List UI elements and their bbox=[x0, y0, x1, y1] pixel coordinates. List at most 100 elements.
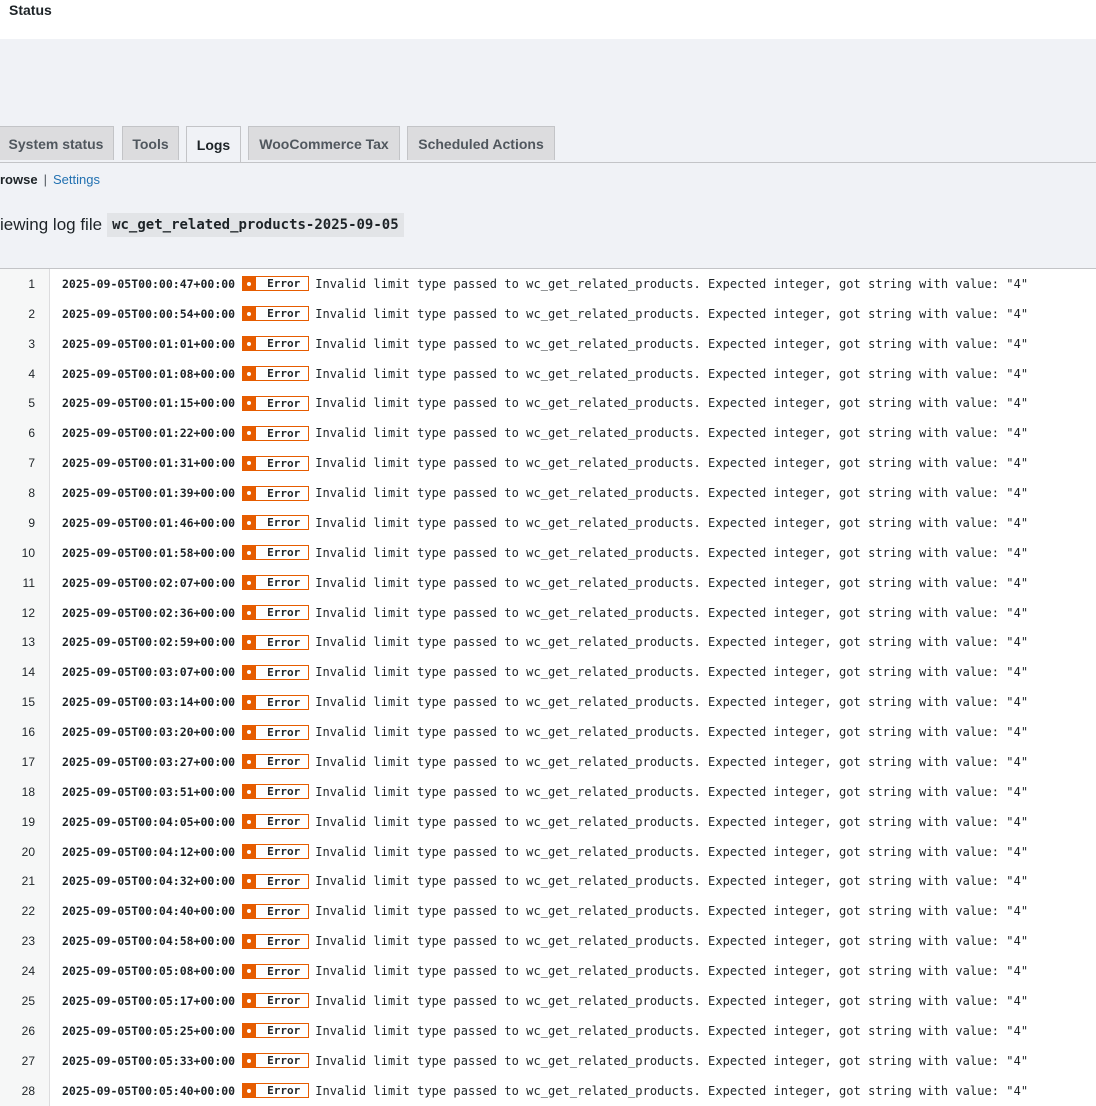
error-dot-icon bbox=[242, 635, 257, 650]
log-level-badge: Error bbox=[242, 1053, 310, 1069]
line-number[interactable]: 1 bbox=[0, 277, 35, 291]
log-message: Invalid limit type passed to wc_get_rela… bbox=[315, 695, 1029, 710]
error-dot-icon bbox=[242, 754, 257, 769]
error-dot-icon bbox=[242, 1083, 257, 1098]
log-message: Invalid limit type passed to wc_get_rela… bbox=[315, 844, 1029, 859]
error-dot-icon bbox=[242, 904, 257, 919]
log-timestamp: 2025-09-05T00:02:36+00:00 bbox=[62, 605, 236, 620]
error-dot-icon bbox=[242, 874, 257, 889]
log-line: 14 2025-09-05T00:03:07+00:00 Error Invalid … bbox=[0, 657, 1096, 687]
log-level-label: Error bbox=[267, 695, 301, 709]
subnav-settings-link[interactable]: Settings bbox=[53, 172, 100, 187]
log-timestamp: 2025-09-05T00:01:58+00:00 bbox=[62, 545, 236, 560]
log-level-label: Error bbox=[267, 456, 301, 470]
line-number[interactable]: 9 bbox=[0, 516, 35, 530]
log-message: Invalid limit type passed to wc_get_rela… bbox=[315, 486, 1029, 501]
log-line: 2 2025-09-05T00:00:54+00:00 Error Invalid l… bbox=[0, 299, 1096, 329]
log-timestamp: 2025-09-05T00:03:27+00:00 bbox=[62, 754, 236, 769]
log-message: Invalid limit type passed to wc_get_rela… bbox=[315, 1083, 1029, 1098]
subnav-browse[interactable]: rowse bbox=[0, 172, 38, 187]
line-number[interactable]: 14 bbox=[0, 665, 35, 679]
line-number[interactable]: 18 bbox=[0, 785, 35, 799]
log-level-label: Error bbox=[267, 367, 301, 381]
log-timestamp: 2025-09-05T00:05:08+00:00 bbox=[62, 964, 236, 979]
error-dot-icon bbox=[242, 1023, 257, 1038]
log-level-label: Error bbox=[267, 874, 301, 888]
log-line: 10 2025-09-05T00:01:58+00:00 Error Invalid … bbox=[0, 538, 1096, 568]
line-number[interactable]: 10 bbox=[0, 546, 35, 560]
line-number[interactable]: 2 bbox=[0, 307, 35, 321]
log-level-label: Error bbox=[267, 934, 301, 948]
log-line: 26 2025-09-05T00:05:25+00:00 Error Invalid … bbox=[0, 1016, 1096, 1046]
line-number[interactable]: 5 bbox=[0, 396, 35, 410]
log-level-label: Error bbox=[267, 426, 301, 440]
error-dot-icon bbox=[242, 1053, 257, 1068]
log-timestamp: 2025-09-05T00:00:54+00:00 bbox=[62, 306, 236, 321]
log-message: Invalid limit type passed to wc_get_rela… bbox=[315, 515, 1029, 530]
line-number[interactable]: 16 bbox=[0, 725, 35, 739]
log-subnav: rowse | Settings bbox=[0, 172, 100, 187]
line-number[interactable]: 8 bbox=[0, 486, 35, 500]
line-number[interactable]: 27 bbox=[0, 1054, 35, 1068]
log-line: 21 2025-09-05T00:04:32+00:00 Error Invalid … bbox=[0, 867, 1096, 897]
line-number[interactable]: 24 bbox=[0, 964, 35, 978]
tab-tools[interactable]: Tools bbox=[122, 126, 179, 160]
log-message: Invalid limit type passed to wc_get_rela… bbox=[315, 575, 1029, 590]
log-message: Invalid limit type passed to wc_get_rela… bbox=[315, 276, 1029, 291]
line-number[interactable]: 25 bbox=[0, 994, 35, 1008]
log-timestamp: 2025-09-05T00:03:07+00:00 bbox=[62, 665, 236, 680]
log-lines: 1 2025-09-05T00:00:47+00:00 Error Invalid l… bbox=[0, 269, 1096, 1106]
error-dot-icon bbox=[242, 605, 257, 620]
log-level-label: Error bbox=[267, 815, 301, 829]
log-timestamp: 2025-09-05T00:03:14+00:00 bbox=[62, 695, 236, 710]
tab-system-status[interactable]: System status bbox=[0, 126, 114, 160]
line-number[interactable]: 28 bbox=[0, 1084, 35, 1098]
log-timestamp: 2025-09-05T00:01:31+00:00 bbox=[62, 456, 236, 471]
line-number[interactable]: 21 bbox=[0, 874, 35, 888]
line-number[interactable]: 6 bbox=[0, 426, 35, 440]
log-message: Invalid limit type passed to wc_get_rela… bbox=[315, 635, 1029, 650]
line-number[interactable]: 13 bbox=[0, 635, 35, 649]
log-filename: wc_get_related_products-2025-09-05 bbox=[107, 213, 404, 237]
log-level-label: Error bbox=[267, 307, 301, 321]
tab-scheduled-actions[interactable]: Scheduled Actions bbox=[407, 126, 555, 160]
line-number[interactable]: 7 bbox=[0, 456, 35, 470]
log-message: Invalid limit type passed to wc_get_rela… bbox=[315, 1023, 1029, 1038]
log-level-badge: Error bbox=[242, 724, 310, 740]
log-line: 13 2025-09-05T00:02:59+00:00 Error Invalid … bbox=[0, 628, 1096, 658]
log-message: Invalid limit type passed to wc_get_rela… bbox=[315, 366, 1029, 381]
admin-header: Status bbox=[0, 0, 1096, 39]
line-number[interactable]: 3 bbox=[0, 337, 35, 351]
line-number[interactable]: 15 bbox=[0, 695, 35, 709]
log-level-badge: Error bbox=[242, 366, 310, 382]
line-number[interactable]: 22 bbox=[0, 904, 35, 918]
line-number[interactable]: 12 bbox=[0, 606, 35, 620]
tab-woocommerce-tax[interactable]: WooCommerce Tax bbox=[248, 126, 400, 160]
log-level-badge: Error bbox=[242, 485, 310, 501]
log-message: Invalid limit type passed to wc_get_rela… bbox=[315, 725, 1029, 740]
log-level-badge: Error bbox=[242, 814, 310, 830]
log-line: 28 2025-09-05T00:05:40+00:00 Error Invalid … bbox=[0, 1076, 1096, 1106]
line-number[interactable]: 19 bbox=[0, 815, 35, 829]
line-number[interactable]: 23 bbox=[0, 934, 35, 948]
line-number[interactable]: 26 bbox=[0, 1024, 35, 1038]
log-timestamp: 2025-09-05T00:04:05+00:00 bbox=[62, 814, 236, 829]
error-dot-icon bbox=[242, 545, 257, 560]
log-level-badge: Error bbox=[242, 276, 310, 292]
error-dot-icon bbox=[242, 336, 257, 351]
log-level-label: Error bbox=[267, 755, 301, 769]
error-dot-icon bbox=[242, 665, 257, 680]
tab-logs[interactable]: Logs bbox=[186, 126, 241, 162]
log-level-label: Error bbox=[267, 1024, 301, 1038]
log-message: Invalid limit type passed to wc_get_rela… bbox=[315, 874, 1029, 889]
error-dot-icon bbox=[242, 844, 257, 859]
error-dot-icon bbox=[242, 515, 257, 530]
log-timestamp: 2025-09-05T00:04:12+00:00 bbox=[62, 844, 236, 859]
log-level-badge: Error bbox=[242, 395, 310, 411]
line-number[interactable]: 17 bbox=[0, 755, 35, 769]
line-number[interactable]: 4 bbox=[0, 367, 35, 381]
line-number[interactable]: 11 bbox=[0, 576, 35, 590]
log-viewer[interactable]: 1 2025-09-05T00:00:47+00:00 Error Invalid l… bbox=[0, 268, 1096, 1106]
log-timestamp: 2025-09-05T00:05:17+00:00 bbox=[62, 993, 236, 1008]
line-number[interactable]: 20 bbox=[0, 845, 35, 859]
